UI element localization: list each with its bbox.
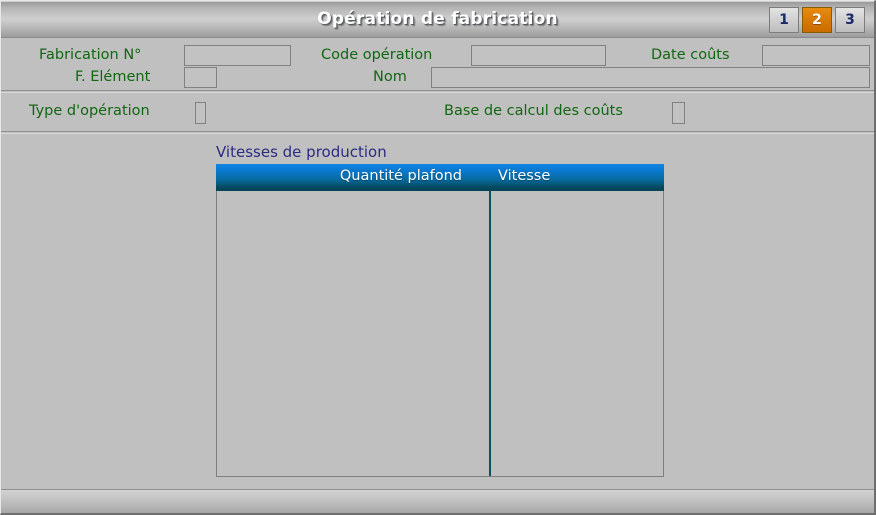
- nom-input[interactable]: [431, 67, 870, 88]
- application-window: Opération de fabrication 1 2 3 Fabricati…: [0, 0, 876, 515]
- identification-row-1: Fabrication N° Code opération Date coûts: [1, 44, 874, 67]
- identification-row-2: F. Elément Nom: [1, 67, 874, 90]
- column-header-vitesse[interactable]: Vitesse: [498, 168, 550, 184]
- operation-type-panel: Type d'opération Base de calcul des coût…: [1, 93, 874, 131]
- tab-strip: 1 2 3: [769, 7, 865, 33]
- column-header-quantite-plafond[interactable]: Quantité plafond: [216, 168, 462, 184]
- identification-panel: Fabrication N° Code opération Date coûts…: [1, 38, 874, 90]
- fabrication-number-input[interactable]: [184, 45, 291, 66]
- fabrication-number-label: Fabrication N°: [39, 47, 142, 63]
- base-calcul-couts-input[interactable]: [672, 102, 685, 124]
- grid-header-row: Quantité plafond Vitesse: [216, 164, 664, 191]
- f-element-label: F. Elément: [75, 69, 151, 85]
- tab-page-1[interactable]: 1: [769, 7, 799, 33]
- type-operation-label: Type d'opération: [29, 103, 150, 119]
- type-operation-input[interactable]: [195, 102, 206, 124]
- code-operation-input[interactable]: [471, 45, 606, 66]
- code-operation-label: Code opération: [321, 47, 433, 63]
- status-bar: [1, 489, 874, 513]
- production-speed-title: Vitesses de production: [216, 143, 387, 161]
- tab-page-3[interactable]: 3: [835, 7, 865, 33]
- main-panel: Vitesses de production Quantité plafond …: [1, 134, 874, 481]
- title-bar: Opération de fabrication 1 2 3: [1, 1, 874, 38]
- f-element-input[interactable]: [184, 67, 217, 88]
- grid-body[interactable]: [216, 191, 664, 477]
- nom-label: Nom: [373, 69, 407, 85]
- tab-page-2[interactable]: 2: [802, 7, 832, 33]
- window-title: Opération de fabrication: [317, 9, 558, 29]
- base-calcul-couts-label: Base de calcul des coûts: [444, 103, 623, 119]
- date-couts-input[interactable]: [762, 45, 870, 66]
- production-speed-grid: Quantité plafond Vitesse: [216, 164, 664, 477]
- column-divider: [489, 191, 491, 476]
- date-couts-label: Date coûts: [651, 47, 730, 63]
